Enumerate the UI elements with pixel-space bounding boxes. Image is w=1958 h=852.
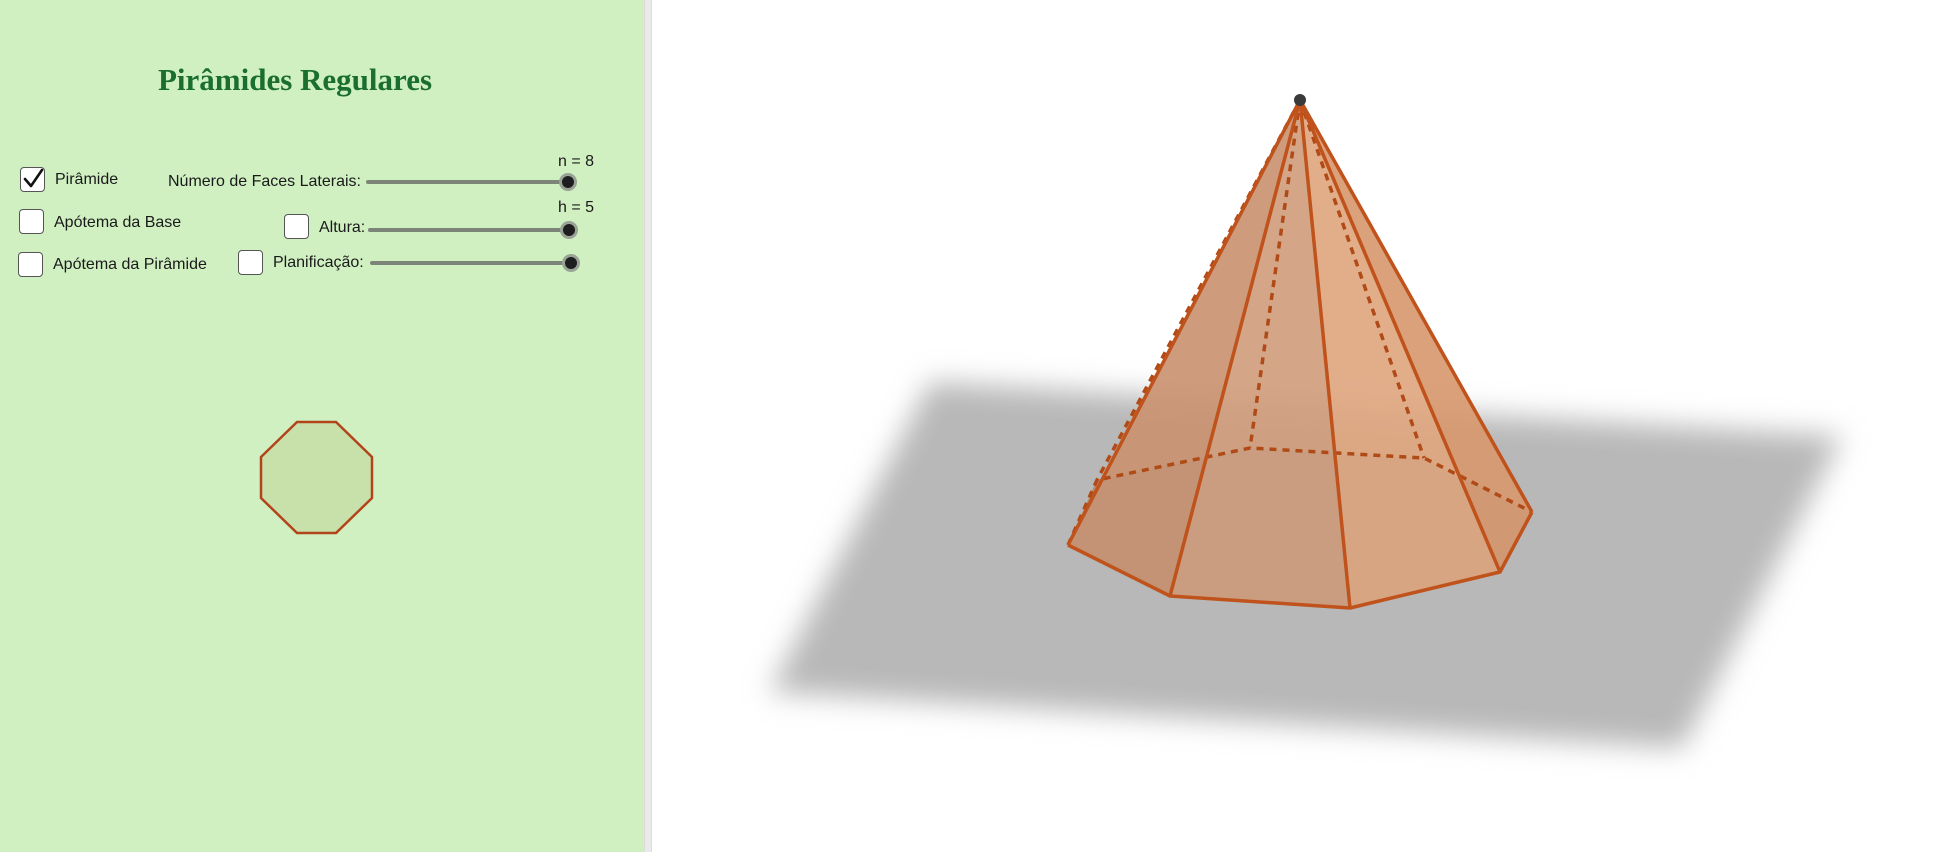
octagon-base-preview [259,420,374,535]
altura-slider[interactable] [368,221,578,239]
page-title: Pirâmides Regulares [157,62,433,97]
graphics-3d-view[interactable] [652,0,1958,852]
apotema-base-checkbox[interactable] [19,209,44,234]
piramide-label: Pirâmide [55,171,119,188]
faces-slider[interactable] [366,173,577,191]
altura-slider-knob[interactable] [560,221,578,239]
altura-slider-track [368,228,578,232]
panel-splitter[interactable] [644,0,652,852]
altura-label: Altura: [319,219,366,236]
apotema-base-label: Apótema da Base [54,214,182,231]
planificacao-label: Planificação: [273,254,364,271]
planificacao-checkbox[interactable] [238,250,263,275]
pyramid-scene[interactable] [652,0,1958,852]
algebra-panel: Pirâmides Regulares Pirâmide Número de F… [0,0,644,852]
planificacao-slider-knob[interactable] [562,254,580,272]
faces-slider-track [366,180,577,184]
faces-slider-knob[interactable] [559,173,577,191]
apex-point[interactable] [1294,94,1306,106]
checkmark-icon [23,168,44,188]
faces-slider-value: n = 8 [558,153,595,170]
planificacao-slider-track [370,261,580,265]
piramide-checkbox[interactable] [20,167,45,192]
altura-slider-value: h = 5 [558,199,595,216]
apotema-piramide-label: Apótema da Pirâmide [53,256,207,273]
apotema-piramide-checkbox[interactable] [18,252,43,277]
planificacao-slider[interactable] [370,254,580,272]
altura-checkbox[interactable] [284,214,309,239]
faces-slider-label: Número de Faces Laterais: [168,173,361,190]
